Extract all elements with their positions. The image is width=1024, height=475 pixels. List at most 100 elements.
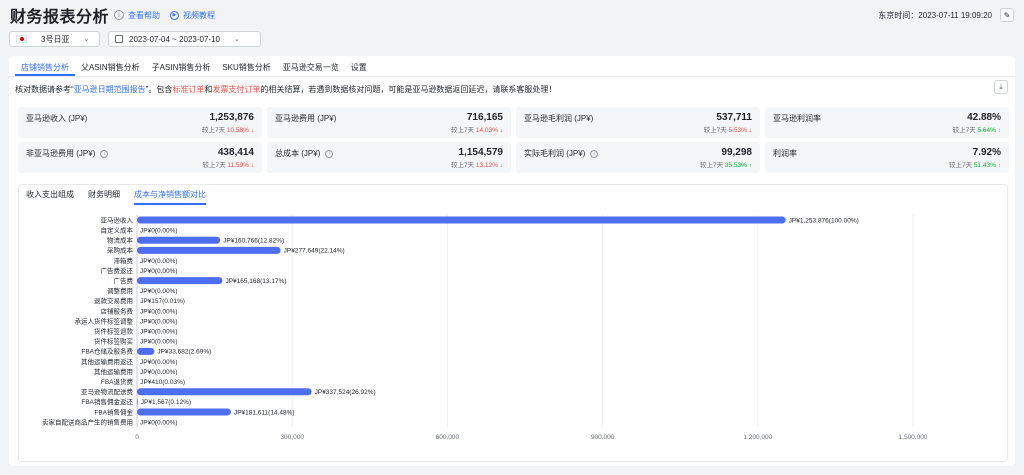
bar <box>137 388 312 396</box>
wrench-icon[interactable]: ✎ <box>1000 8 1014 22</box>
chart-card: 收入支出组成 财务明细 成本与净销售额对比 0 300,000 600,000 900… <box>18 184 1008 462</box>
video-tutorial-link[interactable]: 视频教程 <box>183 10 215 21</box>
x-tick-label: 0 <box>135 434 139 441</box>
notice-part: ”。包含 <box>145 85 173 94</box>
category-label: 货件标签购买 <box>94 337 134 346</box>
data-label: JP¥1,567(0.12%) <box>141 399 191 406</box>
data-label: JP¥337,524(26.92%) <box>315 389 376 396</box>
metric-value: 99,298 <box>721 147 752 158</box>
category-label: 其他运输费用 <box>94 367 133 376</box>
bar <box>137 347 155 355</box>
main-tabs: 店铺销售分析 父ASIN销售分析 子ASIN销售分析 SKU销售分析 亚马逊交易… <box>15 56 373 76</box>
tab-amazon-transactions[interactable]: 亚马逊交易一览 <box>277 56 345 76</box>
metric-card: 总成本 (JP¥) i 1,154,579 较上7天 13.12% ↓ <box>267 142 511 173</box>
data-label: JP¥0(0.00%) <box>140 369 178 376</box>
category-label: 滞箱费 <box>114 256 134 265</box>
time-value: 2023-07-11 19:09:20 <box>918 10 992 20</box>
trend-down-value: 5.53% ↓ <box>728 127 753 134</box>
bar <box>137 216 786 224</box>
data-label: JP¥0(0.00%) <box>140 328 178 335</box>
comparison-label: 较上7天 <box>450 127 476 134</box>
comparison-label: 较上7天 <box>952 127 978 134</box>
filter-bar: 3号日亚 ⌄ 2023-07-04 ~ 2023-07-10 ⌄ <box>9 31 261 47</box>
data-label: JP¥181,611(14.48%) <box>234 409 295 416</box>
metric-comparison: 较上7天 10.58% ↓ <box>202 124 254 134</box>
tab-sku[interactable]: SKU销售分析 <box>216 56 276 76</box>
comparison-label: 较上7天 <box>450 162 476 169</box>
info-icon[interactable]: i <box>325 149 334 158</box>
notice-part: 的相关结算，若遇到数据核对问题，可能是亚马逊数据返回延迟，请联系客服处理！ <box>260 85 557 94</box>
metric-value: 438,414 <box>217 147 254 158</box>
comparison-label: 较上7天 <box>202 162 228 169</box>
info-icon[interactable]: i <box>100 149 109 158</box>
comparison-label: 较上7天 <box>703 127 729 134</box>
data-label: JP¥0(0.00%) <box>140 268 178 275</box>
comparison-label: 较上7天 <box>948 162 974 169</box>
category-label: 调整费用 <box>107 286 133 295</box>
help-link[interactable]: 查看帮助 <box>128 10 160 21</box>
metric-label-text: 亚马逊利润率 <box>773 114 821 123</box>
metric-card: 实际毛利润 (JP¥) i 99,298 较上7天 35.53% ↑ <box>516 142 760 173</box>
category-label: 物流成本 <box>107 236 134 245</box>
data-label: JP¥0(0.00%) <box>140 227 178 234</box>
page-title: 财务报表分析 <box>10 9 110 26</box>
metric-card: 亚马逊毛利润 (JP¥) 537,711 较上7天 5.53% ↓ <box>516 107 760 138</box>
play-icon[interactable]: ▶ <box>170 10 180 20</box>
metric-value: 1,154,579 <box>458 147 504 158</box>
category-label: FBA退货费 <box>101 377 134 386</box>
time-label: 东京时间： <box>878 10 919 20</box>
download-icon[interactable]: ⤓ <box>994 80 1008 94</box>
shop-select[interactable]: 3号日亚 ⌄ <box>9 31 100 47</box>
data-label: JP¥0(0.00%) <box>140 258 178 265</box>
metric-comparison: 较上7天 13.12% ↓ <box>451 159 503 169</box>
tab-settings[interactable]: 设置 <box>345 56 373 76</box>
category-label: 采购成本 <box>107 246 134 255</box>
date-range-picker[interactable]: 2023-07-04 ~ 2023-07-10 ⌄ <box>108 31 261 47</box>
tab-shop-sales[interactable]: 店铺销售分析 <box>15 56 75 76</box>
x-tick-label: 1,500,000 <box>899 434 928 441</box>
trend-down-value: 10.58% ↓ <box>226 127 254 134</box>
report-link[interactable]: 亚马逊日期范围报告 <box>74 85 146 94</box>
bar <box>137 236 221 244</box>
category-label: 货件标签退款 <box>94 326 134 335</box>
trend-down-value: 11.59% ↓ <box>227 162 254 169</box>
data-label: JP¥0(0.00%) <box>140 318 178 325</box>
comparison-label: 较上7天 <box>699 162 725 169</box>
data-label: JP¥0(0.00%) <box>140 419 178 426</box>
metric-value: 1,253,876 <box>209 112 255 123</box>
metric-comparison: 较上7天 11.59% ↓ <box>202 159 254 169</box>
tab-child-asin[interactable]: 子ASIN销售分析 <box>146 56 217 76</box>
metric-card: 亚马逊费用 (JP¥) 716,165 较上7天 14.03% ↓ <box>267 107 511 138</box>
metric-value: 42.88% <box>967 112 1001 123</box>
cost-bar-chart: 0 300,000 600,000 900,000 1,200,000 1,500,000… <box>42 215 928 441</box>
category-label: 自定义成本 <box>101 225 134 234</box>
trend-up-value: 35.53% ↑ <box>724 162 752 169</box>
info-icon[interactable]: i <box>114 10 125 20</box>
metric-label-text: 亚马逊收入 (JP¥) <box>26 114 88 123</box>
category-label: 卖家自配送商品产生的销售费用 <box>42 417 133 426</box>
notice-highlight: 标准订单 <box>172 85 205 94</box>
metric-comparison: 较上7天 51.43% ↑ <box>949 159 1001 169</box>
info-icon[interactable]: i <box>590 149 599 158</box>
category-label: FBA销售佣金返还 <box>81 397 133 406</box>
comparison-label: 较上7天 <box>201 127 227 134</box>
calendar-icon <box>115 35 123 43</box>
trend-down-value: 14.03% ↓ <box>475 127 503 134</box>
data-label: JP¥1,253,876(100.00%) <box>789 217 859 224</box>
category-label: 承运人货件标签调整 <box>75 316 134 325</box>
metric-label-text: 亚马逊毛利润 (JP¥) <box>524 114 594 123</box>
data-label: JP¥0(0.00%) <box>140 308 178 315</box>
notice-part: 核对数据请参考“ <box>15 85 74 94</box>
data-label: JP¥0(0.00%) <box>140 288 178 295</box>
data-label: JP¥160,766(12.82%) <box>223 238 284 245</box>
shop-select-value: 3号日亚 <box>41 34 70 44</box>
metric-value: 537,711 <box>716 112 752 123</box>
data-label: JP¥0(0.00%) <box>140 339 178 346</box>
tab-parent-asin[interactable]: 父ASIN销售分析 <box>75 56 146 76</box>
trend-down-value: 13.12% ↓ <box>475 162 503 169</box>
metrics-grid: 亚马逊收入 (JP¥) 1,253,876 较上7天 10.58% ↓ 亚马逊费用 (… <box>18 107 1009 175</box>
bar <box>137 246 281 254</box>
category-label: FBA仓储及服务费 <box>81 347 133 356</box>
metric-label: 实际毛利润 (JP¥) i <box>524 148 752 159</box>
metric-value: 7.92% <box>972 147 1001 158</box>
